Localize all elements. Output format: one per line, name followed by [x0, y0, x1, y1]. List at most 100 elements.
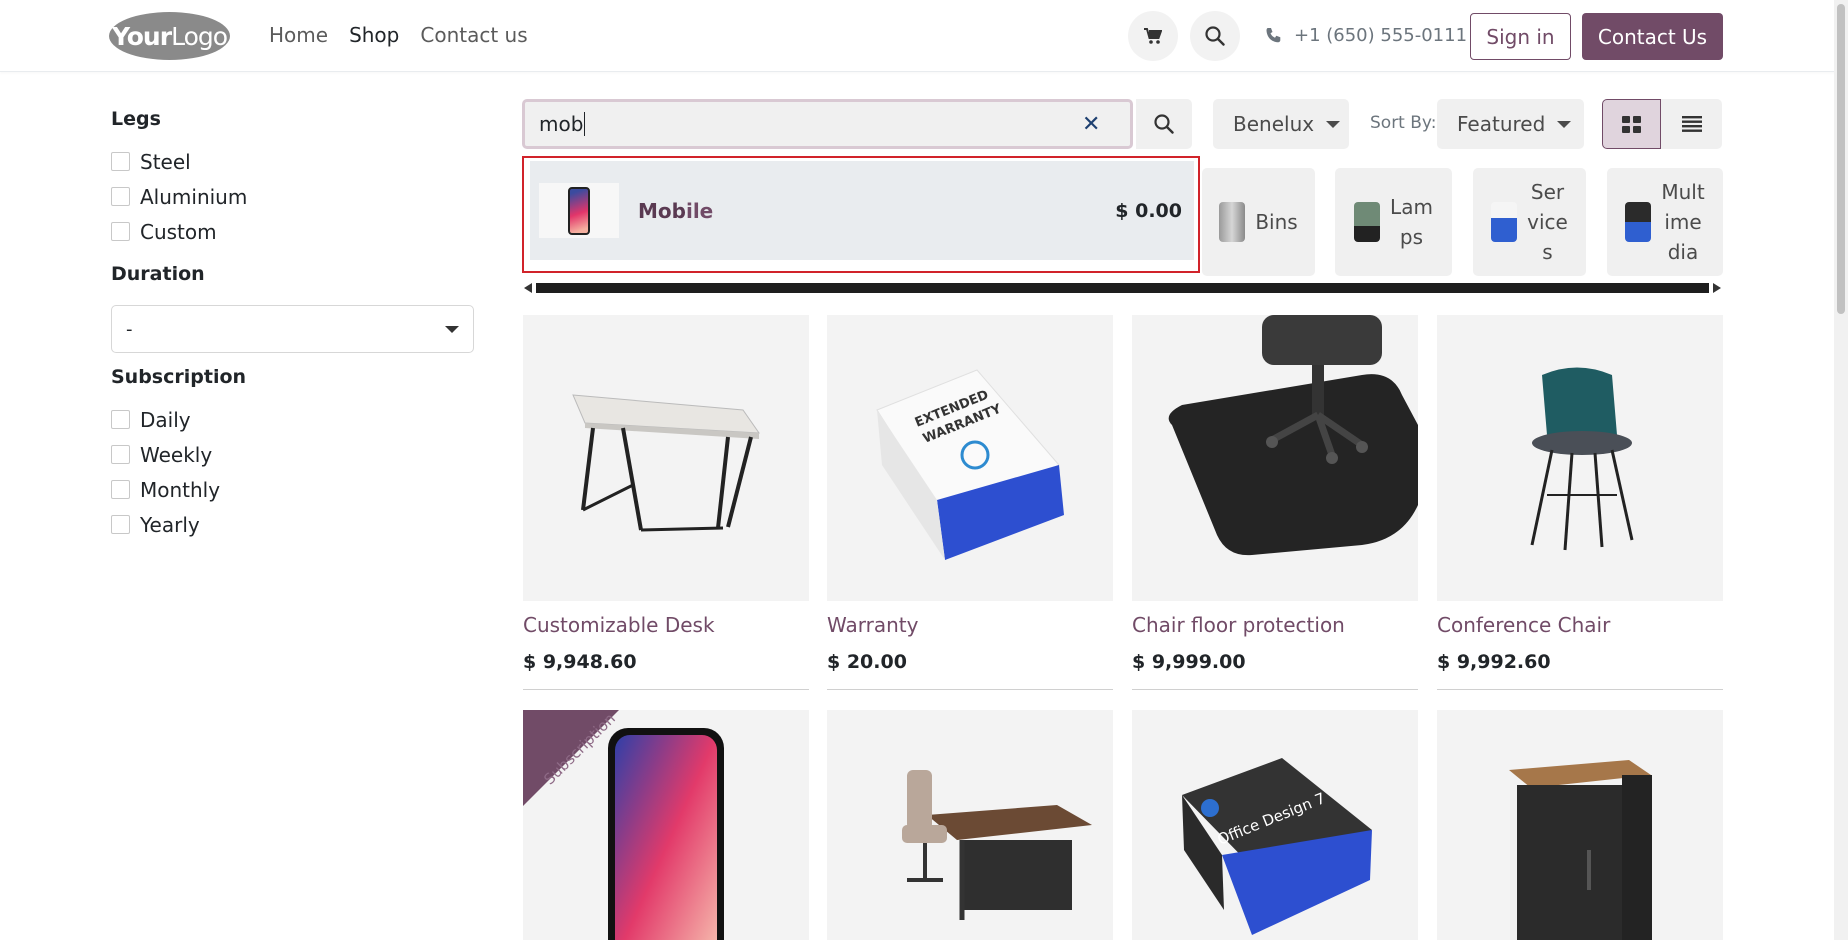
product-image[interactable]: EXTENDED WARRANTY — [827, 315, 1113, 601]
category-label: Lam ps — [1390, 192, 1433, 252]
match-rest: ile — [685, 198, 714, 223]
legs-option-steel[interactable]: Steel — [111, 144, 474, 179]
product-card[interactable]: Conference Chair $ 9,992.60 — [1437, 315, 1723, 690]
product-name[interactable]: Customizable Desk — [523, 613, 809, 637]
search-submit-button[interactable] — [1136, 99, 1192, 149]
duration-value: - — [126, 318, 133, 340]
category-bins[interactable]: Bins — [1202, 168, 1315, 276]
scrollbar-thumb[interactable] — [536, 283, 1709, 293]
product-thumbnail — [539, 183, 619, 238]
category-image — [1491, 202, 1518, 242]
checkbox[interactable] — [111, 187, 130, 206]
legs-options: Steel Aluminium Custom — [111, 144, 474, 249]
checkbox[interactable] — [111, 222, 130, 241]
subscription-option-weekly[interactable]: Weekly — [111, 437, 474, 472]
legs-option-custom[interactable]: Custom — [111, 214, 474, 249]
product-image[interactable] — [827, 710, 1113, 940]
sort-label: Sort By: — [1370, 113, 1437, 133]
subscription-option-yearly[interactable]: Yearly — [111, 507, 474, 542]
cart-button[interactable] — [1128, 11, 1178, 61]
subscription-option-monthly[interactable]: Monthly — [111, 472, 474, 507]
phone-contact[interactable]: +1 (650) 555-0111 — [1265, 25, 1467, 46]
duration-select[interactable]: - — [111, 305, 474, 353]
category-image — [1625, 202, 1652, 242]
logo-text-bold: Your — [111, 21, 172, 51]
subscription-option-daily[interactable]: Daily — [111, 402, 474, 437]
product-image[interactable] — [1437, 710, 1723, 940]
product-card[interactable]: Subscription — [523, 710, 809, 940]
product-image[interactable] — [523, 315, 809, 601]
autocomplete-item[interactable]: Mobile $ 0.00 — [530, 161, 1194, 260]
chevron-down-icon — [1557, 120, 1572, 128]
sort-value: Featured — [1457, 112, 1546, 136]
search-icon — [1154, 114, 1174, 134]
product-name[interactable]: Warranty — [827, 613, 1113, 637]
phone-image — [568, 186, 590, 235]
product-card[interactable]: Chair floor protection $ 9,999.00 — [1132, 315, 1418, 690]
floor-mat-image — [1168, 315, 1418, 556]
category-label-line: ime — [1664, 210, 1702, 234]
divider — [1437, 689, 1723, 690]
scroll-right-icon[interactable] — [1713, 283, 1721, 293]
product-card[interactable]: Office Design 7 — [1132, 710, 1418, 940]
checkbox[interactable] — [111, 515, 130, 534]
category-multimedia[interactable]: Mult ime dia — [1607, 168, 1723, 276]
header-search-button[interactable] — [1190, 11, 1240, 61]
product-card[interactable]: EXTENDED WARRANTY Warranty $ 20.00 — [827, 315, 1113, 690]
site-header: YourLogo Home Shop Contact us +1 (650) 5… — [0, 0, 1836, 72]
divider — [1132, 689, 1418, 690]
search-autocomplete-dropdown: Mobile $ 0.00 — [522, 156, 1200, 273]
filter-sidebar: Legs Steel Aluminium Custom Duration - S… — [111, 108, 474, 542]
search-icon — [1205, 26, 1225, 46]
category-scrollbar[interactable] — [522, 281, 1723, 295]
product-name[interactable]: Chair floor protection — [1132, 613, 1418, 637]
category-image — [1354, 202, 1381, 242]
product-image[interactable]: Subscription — [523, 710, 809, 940]
category-image — [1219, 202, 1246, 242]
clear-search-icon[interactable]: ✕ — [1082, 112, 1100, 137]
nav-shop[interactable]: Shop — [349, 23, 399, 47]
nav-contact[interactable]: Contact us — [420, 23, 527, 47]
category-label: Ser vice s — [1527, 177, 1568, 267]
nav-home[interactable]: Home — [269, 23, 328, 47]
grid-view-toggle[interactable] — [1602, 99, 1661, 149]
software-box-image: Office Design 7 — [1182, 758, 1372, 935]
category-label-line: ps — [1399, 225, 1424, 249]
autocomplete-item-name: Mobile — [638, 199, 713, 223]
product-price: $ 20.00 — [827, 651, 907, 673]
duration-title: Duration — [111, 263, 205, 285]
page-scrollbar-thumb[interactable] — [1837, 4, 1845, 314]
option-label: Aluminium — [140, 184, 248, 209]
product-card[interactable] — [827, 710, 1113, 940]
category-lamps[interactable]: Lam ps — [1335, 168, 1452, 276]
option-label: Steel — [140, 149, 191, 174]
contact-us-button[interactable]: Contact Us — [1582, 13, 1723, 60]
product-search-input[interactable]: mob — [522, 99, 1133, 149]
checkbox[interactable] — [111, 480, 130, 499]
product-card[interactable]: Customizable Desk $ 9,948.60 — [523, 315, 809, 690]
phone-icon — [1266, 28, 1281, 43]
page-scrollbar[interactable] — [1834, 0, 1848, 940]
legs-option-aluminium[interactable]: Aluminium — [111, 179, 474, 214]
pricelist-value: Benelux — [1233, 112, 1315, 136]
scroll-left-icon[interactable] — [524, 283, 532, 293]
category-services[interactable]: Ser vice s — [1473, 168, 1586, 276]
checkbox[interactable] — [111, 152, 130, 171]
product-name[interactable]: Conference Chair — [1437, 613, 1723, 637]
product-image[interactable]: Office Design 7 — [1132, 710, 1418, 940]
checkbox[interactable] — [111, 410, 130, 429]
list-view-toggle[interactable] — [1661, 99, 1722, 149]
cabinet-image — [1509, 760, 1652, 940]
checkbox[interactable] — [111, 445, 130, 464]
product-image[interactable] — [1437, 315, 1723, 601]
sign-in-button[interactable]: Sign in — [1470, 13, 1571, 60]
match-highlight: Mob — [638, 198, 686, 223]
main-nav: Home Shop Contact us — [269, 23, 528, 47]
pricelist-dropdown[interactable]: Benelux — [1213, 99, 1349, 149]
sort-dropdown[interactable]: Featured — [1437, 99, 1584, 149]
product-card[interactable] — [1437, 710, 1723, 940]
product-image[interactable] — [1132, 315, 1418, 601]
logo-text: Logo — [171, 21, 228, 51]
logo[interactable]: YourLogo — [109, 12, 230, 60]
office-desk-image — [902, 770, 1092, 920]
